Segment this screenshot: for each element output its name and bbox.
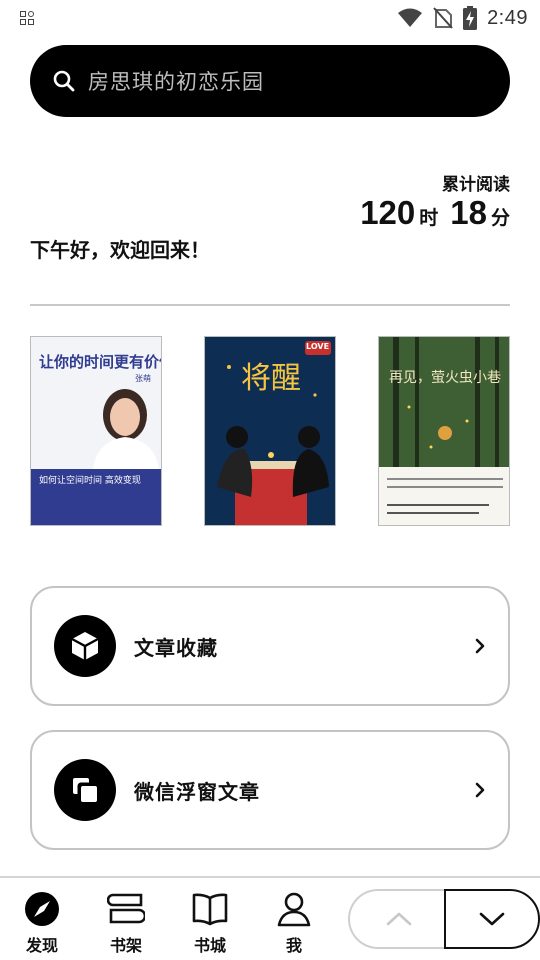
book-title: 将醒 xyxy=(241,361,301,396)
greeting: 下午好，欢迎回来！ xyxy=(30,238,210,262)
search-bar[interactable]: 房思琪的初恋乐园 xyxy=(30,45,510,117)
chevron-right-icon xyxy=(475,638,485,654)
bottom-nav: 发现 书架 书城 我 xyxy=(0,876,540,960)
divider xyxy=(30,304,510,306)
reading-hours-unit: 时 xyxy=(419,207,439,229)
person-icon xyxy=(275,890,313,928)
reading-minutes: 18 xyxy=(450,194,487,231)
article-favorites-card[interactable]: 文章收藏 xyxy=(30,586,510,706)
reading-time: 120 时 18 分 xyxy=(360,194,510,232)
book-cover[interactable]: 让你的时间更有价值 如何让空间时间 高效变现 张萌 xyxy=(30,336,162,526)
nav-label: 我 xyxy=(285,936,302,955)
book-subtitle: 如何让空间时间 高效变现 xyxy=(39,476,141,486)
book-tag: LOVE xyxy=(306,342,330,351)
book-cover-art: 让你的时间更有价值 xyxy=(31,337,162,525)
nav-label: 发现 xyxy=(25,936,58,955)
notification-grid-icon xyxy=(20,11,34,25)
bookshelf-icon xyxy=(107,890,145,928)
nav-item-discover[interactable]: 发现 xyxy=(17,890,67,956)
nav-item-bookstore[interactable]: 书城 xyxy=(185,890,235,956)
compass-icon xyxy=(23,890,61,928)
page-turn-controls xyxy=(348,889,540,949)
search-icon xyxy=(53,70,75,92)
status-icons: 2:49 xyxy=(397,6,528,30)
nav-item-me[interactable]: 我 xyxy=(269,890,319,956)
nav-item-bookshelf[interactable]: 书架 xyxy=(101,890,151,956)
book-cover[interactable]: 再见，萤火虫小巷 xyxy=(378,336,510,526)
cube-icon xyxy=(54,615,116,677)
nav-label: 书架 xyxy=(109,936,142,955)
status-time: 2:49 xyxy=(487,6,528,29)
page-up-button[interactable] xyxy=(348,889,448,949)
no-sim-icon xyxy=(433,7,453,29)
reading-hours: 120 xyxy=(360,194,416,231)
card-label: 文章收藏 xyxy=(134,635,218,660)
wifi-icon xyxy=(398,8,423,27)
book-title: 再见，萤火虫小巷 xyxy=(389,370,501,386)
book-title: 让你的时间更有价值 xyxy=(39,353,162,371)
open-book-icon xyxy=(191,890,229,928)
status-bar: 2:49 xyxy=(0,0,540,36)
reading-label: 累计阅读 xyxy=(442,175,510,195)
floating-window-icon xyxy=(54,759,116,821)
wechat-floating-articles-card[interactable]: 微信浮窗文章 xyxy=(30,730,510,850)
page-down-button[interactable] xyxy=(444,889,540,949)
battery-charging-icon xyxy=(463,6,478,30)
book-cover[interactable]: 将醒 LOVE xyxy=(204,336,336,526)
book-cover-art xyxy=(379,337,509,525)
chevron-right-icon xyxy=(475,782,485,798)
card-label: 微信浮窗文章 xyxy=(134,779,260,804)
chevron-down-icon xyxy=(479,912,505,926)
book-author: 张萌 xyxy=(135,374,151,383)
nav-label: 书城 xyxy=(193,936,226,955)
reading-minutes-unit: 分 xyxy=(490,207,510,229)
chevron-up-icon xyxy=(386,912,412,926)
search-text: 房思琪的初恋乐园 xyxy=(88,70,264,94)
